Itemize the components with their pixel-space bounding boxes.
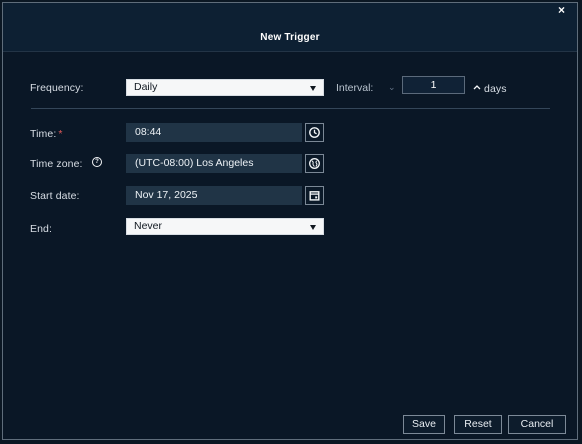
- save-button[interactable]: Save: [403, 415, 445, 434]
- end-label: End:: [30, 223, 52, 235]
- start-date-picker-button[interactable]: [305, 186, 324, 205]
- interval-input[interactable]: 1: [402, 76, 465, 94]
- interval-label: Interval:: [336, 82, 374, 94]
- chevron-up-icon: [473, 85, 481, 90]
- time-zone-picker-button[interactable]: [305, 154, 324, 173]
- interval-stepper-up-icon[interactable]: [472, 80, 482, 90]
- interval-unit: days: [484, 83, 507, 95]
- close-icon[interactable]: ×: [558, 4, 570, 16]
- dialog-titlebar: New Trigger ×: [3, 3, 577, 52]
- frequency-label: Frequency:: [30, 82, 84, 94]
- frequency-value: Daily: [134, 81, 158, 93]
- globe-icon: [309, 158, 320, 169]
- cancel-button[interactable]: Cancel: [508, 415, 566, 434]
- time-zone-input[interactable]: (UTC-08:00) Los Angeles: [126, 154, 302, 173]
- end-select[interactable]: Never: [126, 218, 324, 235]
- help-icon[interactable]: ?: [92, 157, 102, 167]
- start-date-input[interactable]: Nov 17, 2025: [126, 186, 302, 205]
- clock-icon: [309, 127, 320, 138]
- frequency-select[interactable]: Daily: [126, 79, 324, 96]
- chevron-down-icon: [310, 86, 316, 91]
- dialog-title: New Trigger: [260, 32, 320, 43]
- required-marker: *: [58, 128, 63, 140]
- end-value: Never: [134, 220, 163, 232]
- interval-chevron-down-icon[interactable]: ⌄: [388, 79, 399, 95]
- start-date-label: Start date:: [30, 190, 80, 202]
- calendar-icon: [309, 191, 320, 201]
- time-label: Time: *: [30, 128, 63, 140]
- section-divider: [31, 108, 550, 109]
- time-input[interactable]: 08:44: [126, 123, 302, 142]
- time-zone-label: Time zone:: [30, 158, 83, 170]
- time-label-text: Time:: [30, 128, 57, 140]
- new-trigger-dialog: New Trigger × Frequency: Daily Interval:…: [2, 2, 578, 440]
- time-picker-button[interactable]: [305, 123, 324, 142]
- chevron-down-icon: [310, 225, 316, 230]
- reset-button[interactable]: Reset: [454, 415, 502, 434]
